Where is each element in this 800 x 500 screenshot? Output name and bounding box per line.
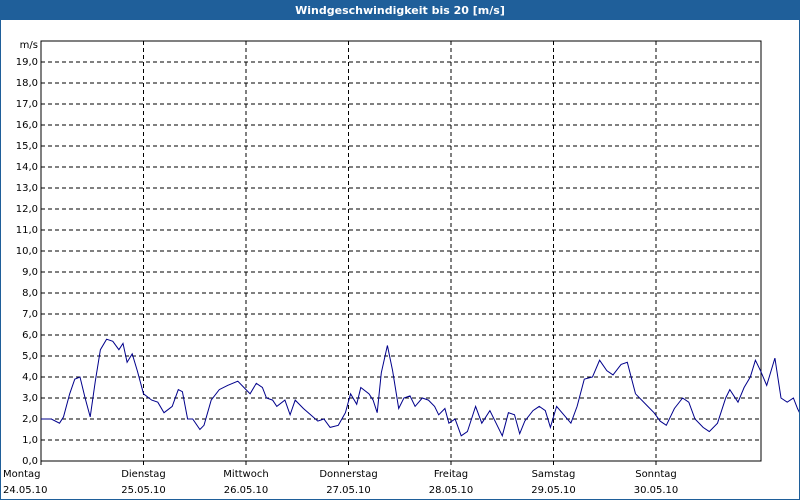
y-tick-label: 8,0 [22, 288, 38, 299]
x-tick-day: Mittwoch [223, 469, 268, 480]
x-tick-date: 29.05.10 [531, 485, 576, 496]
y-tick-label: 3,0 [22, 393, 38, 404]
x-tick-day: Donnerstag [319, 469, 377, 480]
wind-speed-chart: 0,0 1,0 2,0 3,0 4,0 5,0 6,0 7,0 8,0 9,0 10,0 11,0 12… [3, 40, 799, 496]
x-axis: Montag 24.05.10 Dienstag 25.05.10 Mittwoch 26… [3, 461, 678, 496]
y-tick-label: 0,0 [22, 456, 38, 467]
y-tick-label: 12,0 [16, 204, 38, 215]
x-tick-day: Samstag [532, 469, 576, 480]
y-tick-label: 6,0 [22, 330, 38, 341]
y-tick-label: 7,0 [22, 309, 38, 320]
wind-speed-line [41, 338, 799, 438]
x-tick-date: 30.05.10 [634, 485, 679, 496]
x-tick-date: 28.05.10 [429, 485, 474, 496]
x-tick-day: Dienstag [121, 469, 166, 480]
x-tick-date: 24.05.10 [3, 485, 48, 496]
y-tick-label: 16,0 [16, 120, 38, 131]
y-tick-label: 10,0 [16, 246, 38, 257]
y-tick-label: 14,0 [16, 162, 38, 173]
x-tick-day: Freitag [434, 469, 468, 480]
x-tick-day: Montag [3, 469, 40, 480]
y-tick-label: 15,0 [16, 141, 38, 152]
x-tick-day: Sonntag [635, 469, 677, 480]
x-tick-date: 25.05.10 [121, 485, 166, 496]
chart-window: Windgeschwindigkeit bis 20 [m/s] 0,0 1,0 2… [0, 0, 800, 500]
y-axis: 0,0 1,0 2,0 3,0 4,0 5,0 6,0 7,0 8,0 9,0 10,0 11,0 12… [16, 57, 38, 467]
y-tick-label: 4,0 [22, 372, 38, 383]
y-tick-label: 1,0 [22, 435, 38, 446]
y-axis-label: m/s [20, 40, 38, 51]
y-tick-label: 18,0 [16, 78, 38, 89]
y-tick-label: 19,0 [16, 57, 38, 68]
x-tick-date: 27.05.10 [326, 485, 371, 496]
y-tick-label: 17,0 [16, 99, 38, 110]
x-tick-date: 26.05.10 [224, 485, 269, 496]
y-tick-label: 13,0 [16, 183, 38, 194]
y-tick-label: 9,0 [22, 267, 38, 278]
y-tick-label: 5,0 [22, 351, 38, 362]
y-tick-label: 2,0 [22, 414, 38, 425]
y-tick-label: 11,0 [16, 225, 38, 236]
